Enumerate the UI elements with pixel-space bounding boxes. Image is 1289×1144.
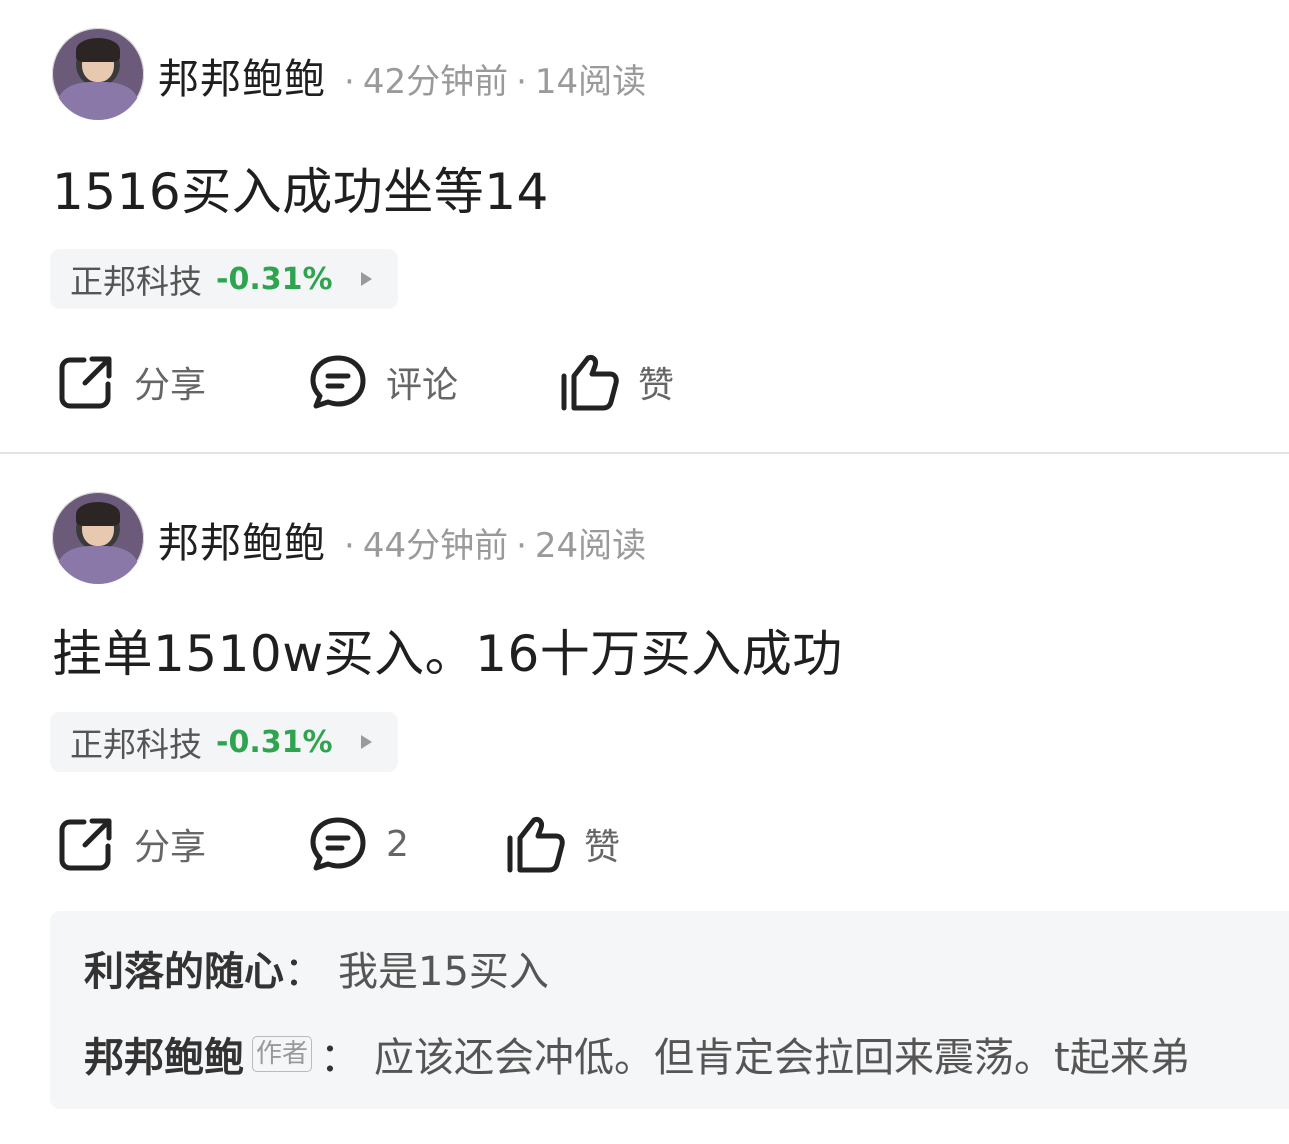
comment-item[interactable]: 利落的随心： 我是15买入 <box>84 939 549 997</box>
comment-label: 评论 <box>386 365 459 406</box>
share-button[interactable]: 分享 <box>56 347 206 417</box>
like-label: 赞 <box>584 827 621 868</box>
share-label: 分享 <box>134 827 207 868</box>
post-content[interactable]: 1516买入成功坐等14 <box>52 152 549 224</box>
author-badge: 作者 <box>252 1036 313 1072</box>
avatar-hair <box>76 38 120 62</box>
comment-button[interactable]: 2 <box>308 809 409 879</box>
comment-colon: ： <box>320 1035 361 1081</box>
meta-separator: · <box>344 526 355 566</box>
avatar-body <box>58 82 138 120</box>
share-icon <box>59 356 112 409</box>
share-button[interactable]: 分享 <box>56 809 206 879</box>
post-header: 邦邦鲍鲍 · 44分钟前 · 24阅读 <box>158 509 646 569</box>
read-count: 24阅读 <box>534 526 647 566</box>
comment-button[interactable]: 评论 <box>308 347 458 417</box>
play-arrow-icon <box>360 272 372 286</box>
action-bar: 分享 2 赞 <box>0 809 1289 879</box>
like-button[interactable]: 赞 <box>560 347 674 417</box>
comment-colon: ： <box>284 949 324 995</box>
meta-separator: · <box>344 62 355 102</box>
comment-author[interactable]: 邦邦鲍鲍 <box>84 1025 244 1083</box>
thumbs-up-icon <box>561 355 619 411</box>
comment-author[interactable]: 利落的随心 <box>84 939 284 997</box>
read-count: 14阅读 <box>534 62 647 102</box>
meta-separator: · <box>516 62 527 102</box>
comment-text: 我是15买入 <box>338 949 549 995</box>
post-meta: · 42分钟前 · 14阅读 <box>336 54 646 103</box>
post-time: 44分钟前 <box>362 526 509 566</box>
post-meta: · 44分钟前 · 24阅读 <box>336 518 646 567</box>
share-label: 分享 <box>134 365 207 406</box>
author-avatar[interactable] <box>52 28 144 120</box>
comment-item[interactable]: 邦邦鲍鲍 作者： 应该还会冲低。但肯定会拉回来震荡。t起来弟 <box>84 1025 1190 1083</box>
comment-count: 2 <box>386 823 409 865</box>
author-name[interactable]: 邦邦鲍鲍 <box>158 509 326 569</box>
comment-preview[interactable]: 利落的随心：我是15买入 邦邦鲍鲍 作者：应该还会冲低。但肯定会拉回来震荡。t起来… <box>50 911 1289 1109</box>
stock-change: -0.31% <box>216 724 333 760</box>
author-name[interactable]: 邦邦鲍鲍 <box>158 45 326 105</box>
comment-text: 应该还会冲低。但肯定会拉回来震荡。t起来弟 <box>374 1035 1190 1081</box>
like-button[interactable]: 赞 <box>506 809 620 879</box>
stock-name: 正邦科技 <box>70 262 202 301</box>
share-icon <box>59 818 112 871</box>
avatar-body <box>58 546 138 584</box>
post-header: 邦邦鲍鲍 · 42分钟前 · 14阅读 <box>158 45 646 105</box>
stock-name: 正邦科技 <box>70 725 202 764</box>
avatar-hair <box>76 502 120 526</box>
post-card[interactable]: 邦邦鲍鲍 · 42分钟前 · 14阅读 1516买入成功坐等14 正邦科技 -0.31… <box>0 0 1289 452</box>
stock-tag[interactable]: 正邦科技 -0.31% <box>50 249 398 309</box>
like-label: 赞 <box>638 365 675 406</box>
author-avatar[interactable] <box>52 492 144 584</box>
post-content[interactable]: 挂单1510w买入。16十万买入成功 <box>52 614 843 686</box>
stock-tag[interactable]: 正邦科技 -0.31% <box>50 712 398 772</box>
comment-icon <box>310 817 366 871</box>
stock-change: -0.31% <box>216 261 333 297</box>
meta-separator: · <box>516 526 527 566</box>
action-bar: 分享 评论 赞 <box>0 347 1289 417</box>
comment-icon <box>310 355 366 409</box>
play-arrow-icon <box>360 735 372 749</box>
thumbs-up-icon <box>507 817 565 873</box>
post-time: 42分钟前 <box>362 62 509 102</box>
post-card[interactable]: 邦邦鲍鲍 · 44分钟前 · 24阅读 挂单1510w买入。16十万买入成功 正邦科技… <box>0 454 1289 1144</box>
